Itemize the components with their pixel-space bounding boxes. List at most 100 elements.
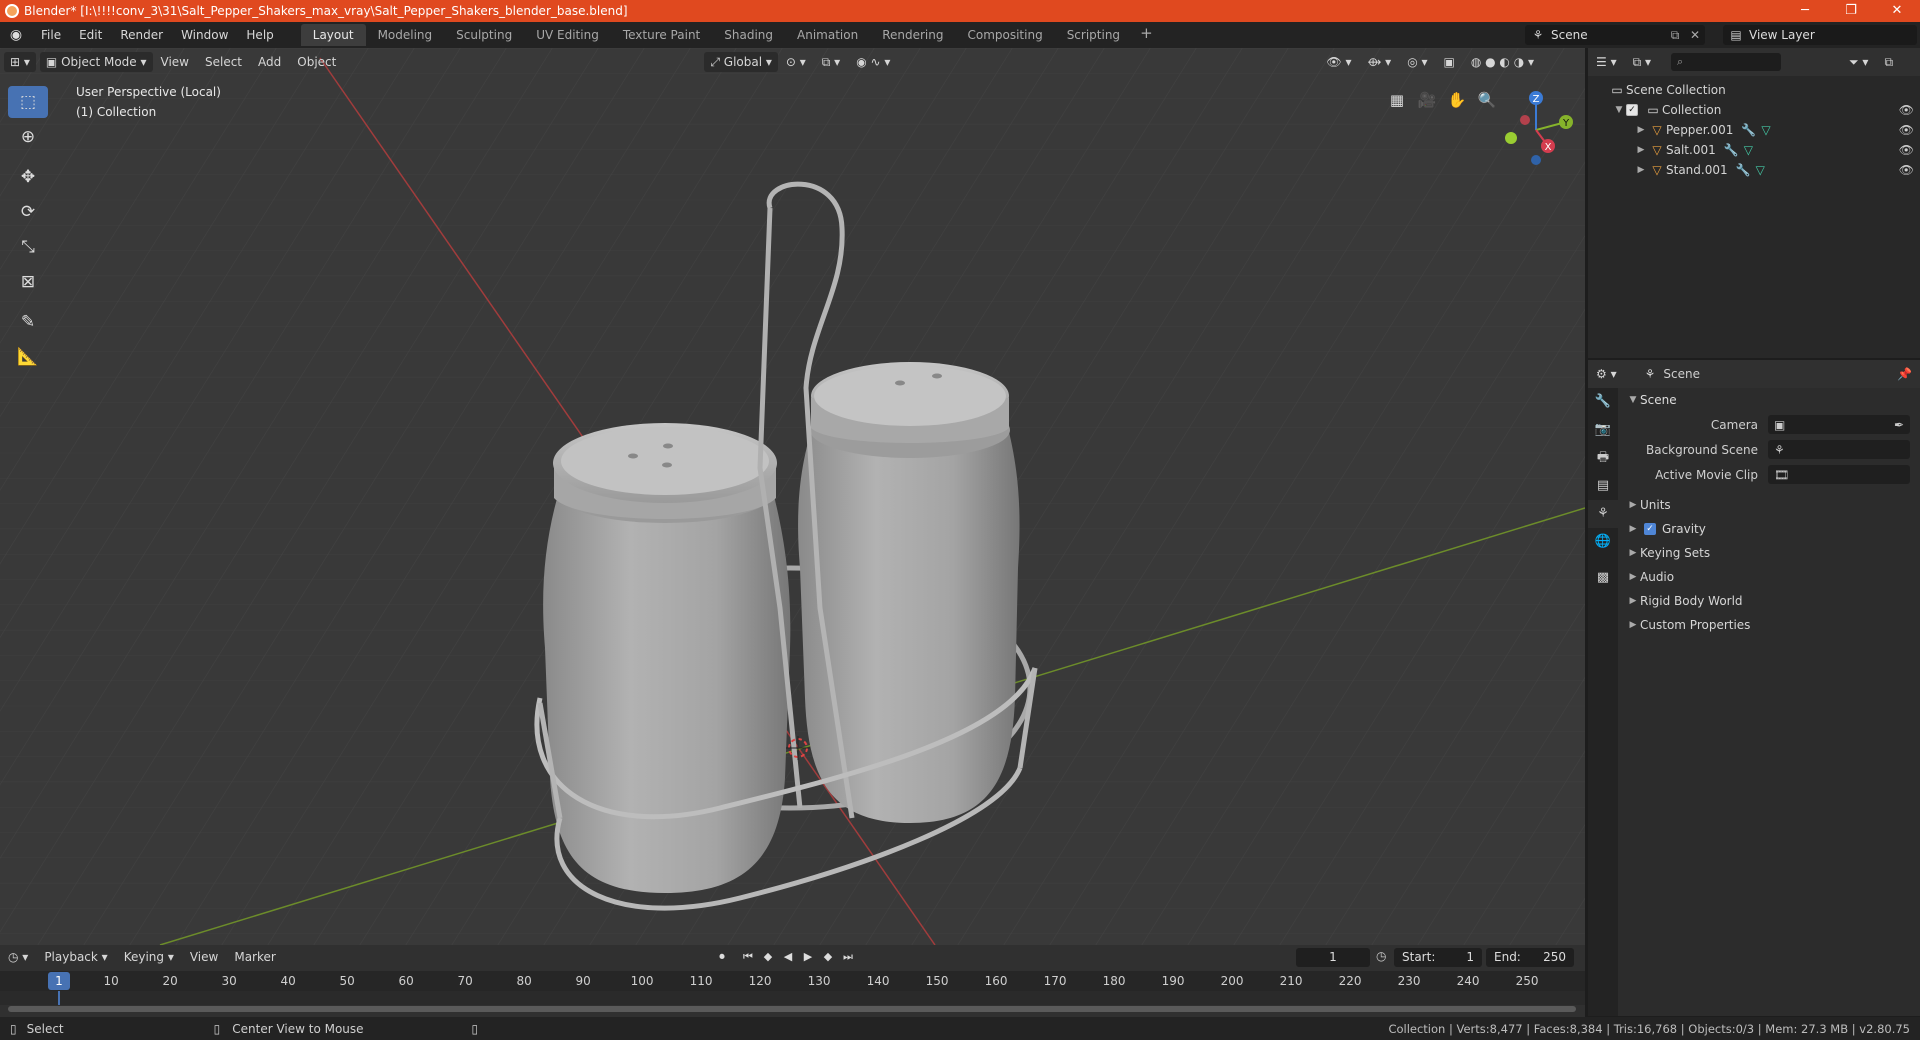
cursor-tool-icon[interactable]: ⊕ [8,121,48,153]
jump-end-icon[interactable]: ⏭ [838,948,858,966]
filter-icon[interactable]: ⏷ ▾ [1841,52,1876,72]
maximize-button[interactable]: ❐ [1828,0,1874,22]
menu-render[interactable]: Render [111,22,172,48]
transform-orientation-dropdown[interactable]: ⤢ Global ▾ [704,52,778,72]
stand-expand-icon[interactable]: ▶ [1634,165,1648,175]
viewport-menu-add[interactable]: Add [250,52,289,72]
salt-expand-icon[interactable]: ▶ [1634,145,1648,155]
units-section[interactable]: ▶ Units [1620,493,1918,517]
background-scene-field[interactable]: ⚘ [1768,440,1910,459]
tab-shading[interactable]: Shading [712,24,785,46]
shading-modes-icon[interactable]: ◍ ● ◐ ◑ ▾ [1463,52,1542,72]
mesh-data-icon[interactable]: ▽ [1756,163,1765,177]
view-layer-selector[interactable]: ▤ View Layer [1723,25,1917,45]
timeline-menu-marker[interactable]: Marker [226,947,283,967]
tab-uv-editing[interactable]: UV Editing [524,24,611,46]
tab-layout[interactable]: Layout [300,24,366,46]
snap-icon[interactable]: ⧉ ▾ [814,52,848,72]
output-tab-icon[interactable]: 🖶 [1588,444,1618,472]
annotate-tool-icon[interactable]: ✎ [8,306,48,338]
timeline-editor-type-icon[interactable]: ◷ ▾ [0,947,36,967]
collection-visibility-icon[interactable]: 👁 [1899,103,1914,117]
viewport-menu-object[interactable]: Object [289,52,344,72]
tab-modeling[interactable]: Modeling [366,24,445,46]
pan-view-icon[interactable]: ✋ [1442,86,1472,114]
tab-texture-paint[interactable]: Texture Paint [611,24,712,46]
3d-viewport[interactable]: ⊞ ▾ ▣ Object Mode ▾ View Select Add Obje… [0,48,1585,945]
timeline-scrollbar[interactable] [8,1006,1576,1012]
pivot-point-icon[interactable]: ⊙ ▾ [778,52,814,72]
tool-settings-tab-icon[interactable]: 🔧 [1588,388,1618,416]
close-button[interactable]: ✕ [1874,0,1920,22]
outliner-search-input[interactable]: ⌕ [1671,53,1782,71]
measure-tool-icon[interactable]: 📐 [8,341,48,373]
outliner-object-salt[interactable]: ▶ ▽ Salt.001 🔧 ▽ 👁 [1588,140,1920,160]
editor-type-icon[interactable]: ⊞ ▾ [4,52,36,72]
collection-checkbox[interactable]: ✓ [1626,104,1638,116]
start-frame-field[interactable]: Start: 1 [1394,948,1482,967]
new-collection-icon[interactable]: ⧉ [1876,52,1901,72]
collection-expand-icon[interactable]: ▼ [1612,105,1626,115]
modifier-wrench-icon[interactable]: 🔧 [1736,163,1751,177]
preview-range-clock-icon[interactable]: ◷ [1376,949,1386,963]
frame-ruler[interactable]: 1 10 20 30 40 50 60 70 80 90 100 110 120 130 140 150 16… [0,971,1585,991]
eyedropper-icon[interactable]: ✒ [1894,418,1904,432]
timeline-menu-playback[interactable]: Playback ▾ [36,947,115,967]
scene-tab-icon[interactable]: ⚘ [1588,500,1618,528]
pin-icon[interactable]: 📌 [1889,364,1920,384]
xray-toggle-icon[interactable]: ▣ [1436,52,1463,72]
gravity-section[interactable]: ▶ ✓ Gravity [1620,517,1918,541]
mesh-data-icon[interactable]: ▽ [1761,123,1770,137]
select-box-tool-icon[interactable]: ⬚ [8,86,48,118]
play-icon[interactable]: ▶ [798,948,818,966]
current-frame-field[interactable]: 1 [1296,948,1370,967]
mesh-data-icon[interactable]: ▽ [1744,143,1753,157]
pepper-expand-icon[interactable]: ▶ [1634,125,1648,135]
menu-edit[interactable]: Edit [70,22,111,48]
stand-visibility-icon[interactable]: 👁 [1899,163,1914,177]
timeline-menu-keying[interactable]: Keying ▾ [116,947,182,967]
play-reverse-icon[interactable]: ◀ [778,948,798,966]
camera-field[interactable]: ▣ ✒ [1768,415,1910,434]
visibility-icon[interactable]: 👁 ▾ [1318,52,1359,72]
gizmo-toggle-icon[interactable]: ⟴ ▾ [1359,52,1399,72]
prev-keyframe-icon[interactable]: ◆ [758,948,778,966]
move-tool-icon[interactable]: ✥ [8,161,48,193]
modifier-wrench-icon[interactable]: 🔧 [1741,123,1756,137]
remove-scene-icon[interactable]: ✕ [1685,28,1705,42]
world-tab-icon[interactable]: 🌐 [1588,528,1618,556]
record-icon[interactable]: ⏺ [712,948,732,966]
outliner-object-stand[interactable]: ▶ ▽ Stand.001 🔧 ▽ 👁 [1588,160,1920,180]
salt-shaker[interactable] [543,423,791,893]
minimize-button[interactable]: ─ [1782,0,1828,22]
timeline-menu-view[interactable]: View [182,947,226,967]
menu-window[interactable]: Window [172,22,237,48]
object-mode-dropdown[interactable]: ▣ Object Mode ▾ [39,52,153,72]
tab-scripting[interactable]: Scripting [1055,24,1132,46]
pepper-visibility-icon[interactable]: 👁 [1899,123,1914,137]
rotate-tool-icon[interactable]: ⟳ [8,196,48,228]
toggle-perspective-icon[interactable]: ▦ [1382,86,1412,114]
jump-start-icon[interactable]: ⏮ [738,948,758,966]
end-frame-field[interactable]: End: 250 [1486,948,1574,967]
tab-compositing[interactable]: Compositing [955,24,1054,46]
texture-tab-icon[interactable]: ▩ [1588,564,1618,592]
scene-selector[interactable]: ⚘ Scene ⧉ ✕ [1525,25,1705,45]
render-tab-icon[interactable]: 📷 [1588,416,1618,444]
scene-section-header[interactable]: ▼ Scene [1620,388,1918,412]
outliner-editor-type-icon[interactable]: ☰ ▾ [1588,52,1625,72]
outliner-object-pepper[interactable]: ▶ ▽ Pepper.001 🔧 ▽ 👁 [1588,120,1920,140]
tab-rendering[interactable]: Rendering [870,24,955,46]
rigid-body-world-section[interactable]: ▶ Rigid Body World [1620,589,1918,613]
menu-help[interactable]: Help [237,22,282,48]
viewport-menu-select[interactable]: Select [197,52,250,72]
gravity-checkbox[interactable]: ✓ [1644,523,1656,535]
outliner-scene-collection[interactable]: ▭ Scene Collection [1588,80,1920,100]
audio-section[interactable]: ▶ Audio [1620,565,1918,589]
tab-sculpting[interactable]: Sculpting [444,24,524,46]
viewport-menu-view[interactable]: View [153,52,197,72]
view-layer-tab-icon[interactable]: ▤ [1588,472,1618,500]
next-keyframe-icon[interactable]: ◆ [818,948,838,966]
salt-visibility-icon[interactable]: 👁 [1899,143,1914,157]
modifier-wrench-icon[interactable]: 🔧 [1724,143,1739,157]
